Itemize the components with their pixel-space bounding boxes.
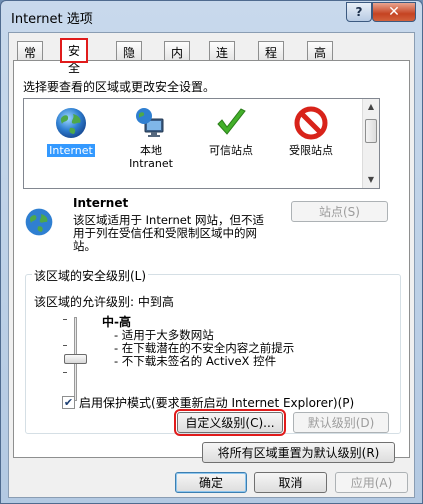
zone-trusted-sites-label: 可信站点	[209, 144, 253, 157]
custom-level-button[interactable]: 自定义级别(C)...	[174, 409, 286, 436]
tab-connections[interactable]: 连接	[209, 41, 236, 77]
tab-advanced[interactable]: 高级	[307, 41, 334, 77]
zone-restricted-sites-label: 受限站点	[289, 144, 333, 157]
selected-zone-name: Internet	[73, 196, 129, 210]
scroll-up-icon[interactable]: ▲	[363, 100, 379, 114]
level-point: - 不下载未签名的 ActiveX 控件	[114, 354, 277, 368]
window-title: Internet 选项	[11, 12, 93, 27]
globe-icon	[56, 108, 86, 138]
zone-restricted-sites[interactable]: 受限站点	[272, 105, 350, 157]
local-intranet-icon	[136, 108, 164, 137]
security-level-group-label: 该区域的安全级别(L)	[32, 267, 149, 284]
scroll-thumb[interactable]	[365, 119, 377, 143]
selected-zone-description: 该区域适用于 Internet 网站，但不适用于列在受信任和受限制区域中的网站。	[73, 213, 264, 253]
slider-tick	[63, 345, 67, 346]
security-level-description: - 适用于大多数网站 - 在下载潜在的不安全内容之前提示 - 不下载未签名的 A…	[114, 329, 294, 368]
title-bar[interactable]: Internet 选项 ? ✕	[1, 1, 422, 31]
slider-tick	[63, 319, 67, 320]
tab-programs[interactable]: 程序	[258, 41, 285, 77]
slider-tick	[63, 372, 67, 373]
zone-internet-label: Internet	[47, 144, 95, 157]
zone-trusted-sites[interactable]: 可信站点	[192, 105, 270, 157]
protected-mode-label: 启用保护模式(要求重新启动 Internet Explorer)(P)	[79, 396, 355, 410]
tab-security[interactable]: 安全	[59, 38, 89, 75]
checkmark-icon	[217, 108, 246, 135]
tab-general[interactable]: 常规	[17, 41, 44, 77]
help-button[interactable]: ?	[346, 2, 372, 22]
reset-all-zones-button[interactable]: 将所有区域重置为默认级别(R)	[202, 442, 395, 463]
internet-options-window: Internet 选项 ? ✕ 常规 安全 隐私 内容 连接 程序 高级 选择要…	[0, 0, 423, 504]
protected-mode-row[interactable]: ✔ 启用保护模式(要求重新启动 Internet Explorer)(P)	[62, 394, 354, 411]
zone-local-intranet-label2: Intranet	[129, 157, 173, 170]
protected-mode-checkbox[interactable]: ✔	[62, 396, 75, 409]
scroll-down-icon[interactable]: ▼	[363, 173, 379, 187]
tab-privacy[interactable]: 隐私	[116, 41, 143, 77]
default-level-button[interactable]: 默认级别(D)	[293, 412, 389, 433]
zone-internet[interactable]: Internet	[32, 105, 110, 157]
zone-list[interactable]: Internet 本地 Intranet 可信站点 受限站点 ▲ ▼	[23, 98, 380, 189]
zone-list-scrollbar[interactable]: ▲ ▼	[362, 99, 379, 188]
allowed-levels-text: 该区域的允许级别: 中到高	[34, 295, 174, 309]
zone-local-intranet-label: 本地	[140, 144, 162, 157]
cancel-button[interactable]: 取消	[254, 472, 327, 493]
security-tab-panel: 选择要查看的区域或更改安全设置。 Internet 本地 Intranet 可信…	[13, 60, 410, 463]
zone-instruction: 选择要查看的区域或更改安全设置。	[23, 80, 216, 94]
sites-button[interactable]: 站点(S)	[291, 201, 388, 222]
apply-button[interactable]: 应用(A)	[335, 472, 408, 493]
dialog-client-area: 常规 安全 隐私 内容 连接 程序 高级 选择要查看的区域或更改安全设置。	[8, 32, 415, 498]
slider-thumb[interactable]	[64, 354, 87, 364]
close-button[interactable]: ✕	[372, 2, 416, 22]
no-entry-icon	[294, 106, 328, 140]
zone-local-intranet[interactable]: 本地 Intranet	[112, 105, 190, 170]
tab-content[interactable]: 内容	[164, 41, 191, 77]
globe-icon	[25, 208, 53, 236]
ok-button[interactable]: 确定	[175, 472, 247, 493]
